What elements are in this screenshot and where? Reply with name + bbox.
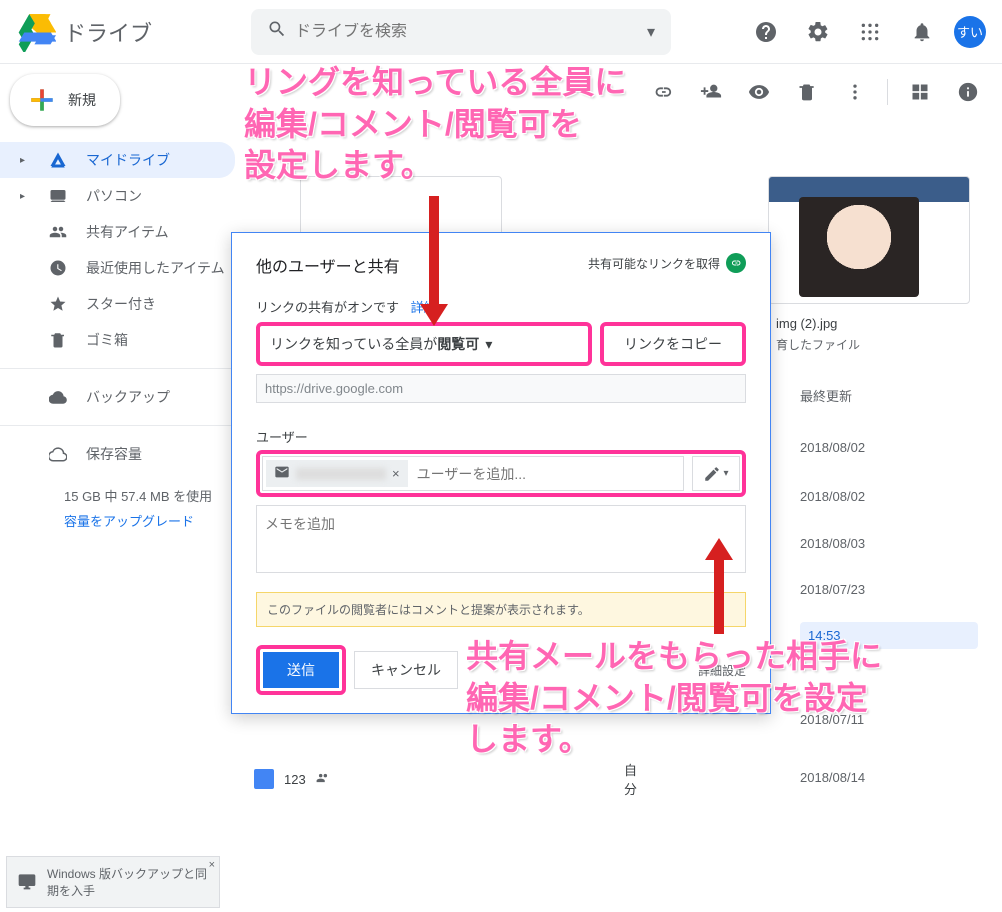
share-url-field[interactable] xyxy=(256,374,746,403)
file-subtitle: 育したファイル xyxy=(768,336,970,353)
get-link-label: 共有可能なリンクを取得 xyxy=(588,255,720,272)
notifications-icon[interactable] xyxy=(902,12,942,52)
copy-link-button[interactable]: リンクをコピー xyxy=(600,322,746,366)
settings-icon[interactable] xyxy=(798,12,838,52)
search-bar[interactable]: ▾ xyxy=(251,9,671,55)
nav-storage[interactable]: 保存容量 xyxy=(0,436,235,472)
viewer-notice: このファイルの閲覧者にはコメントと提案が表示されます。 xyxy=(256,592,746,627)
link-circle-icon xyxy=(726,253,746,273)
nav-computers[interactable]: ▸パソコン xyxy=(0,178,235,214)
drive-logo-icon xyxy=(16,12,56,52)
remove-chip-icon[interactable]: × xyxy=(392,466,400,481)
pencil-icon xyxy=(703,465,721,483)
nav-label: 共有アイテム xyxy=(86,222,169,242)
date-cell: 2018/08/02 xyxy=(800,440,970,455)
memo-textarea[interactable] xyxy=(256,505,746,573)
shared-indicator-icon xyxy=(316,771,330,788)
storage-text: 15 GB 中 57.4 MB を使用 xyxy=(64,486,235,505)
column-header-modified[interactable]: 最終更新 xyxy=(800,386,970,405)
annotation-bottom: 共有メールをもらった相手に 編集/コメント/閲覧可を設定 します。 xyxy=(466,636,882,761)
shared-icon xyxy=(48,222,68,242)
storage-info: 15 GB 中 57.4 MB を使用 容量をアップグレード xyxy=(0,472,235,530)
file-owner: 自分 xyxy=(624,760,637,798)
link-sharing-status: リンクの共有がオンです 詳細 xyxy=(256,297,746,316)
new-button-label: 新規 xyxy=(68,90,96,110)
annotation-top: リングを知っている全員に 編集/コメント/閲覧可を 設定します。 xyxy=(244,62,626,187)
nav-backups[interactable]: バックアップ xyxy=(0,379,235,415)
nav-trash[interactable]: ゴミ箱 xyxy=(0,322,235,358)
nav-label: 保存容量 xyxy=(86,444,142,464)
arrow-head-up-icon xyxy=(705,538,733,560)
arrow-shaft xyxy=(429,196,439,306)
mail-icon xyxy=(274,464,290,483)
cloud-icon xyxy=(48,387,68,407)
file-row[interactable]: 123 自分 xyxy=(254,769,330,789)
date-cell: 2018/07/23 xyxy=(800,582,970,597)
user-input-container: × xyxy=(262,456,684,491)
send-button[interactable]: 送信 xyxy=(263,652,339,688)
cloud-outline-icon xyxy=(48,444,68,464)
drive-icon xyxy=(48,150,68,170)
upgrade-link[interactable]: 容量をアップグレード xyxy=(64,511,235,530)
header-actions: すい xyxy=(746,12,986,52)
plus-icon xyxy=(26,84,58,116)
date-cell: 2018/08/02 xyxy=(800,489,970,504)
file-name: img (2).jpg xyxy=(768,312,970,335)
nav: ▸マイドライブ ▸パソコン 共有アイテム 最近使用したアイテム スター付き ゴミ… xyxy=(0,142,235,472)
search-input[interactable] xyxy=(295,23,639,41)
file-thumbnail-image[interactable] xyxy=(768,176,970,304)
clock-icon xyxy=(48,258,68,278)
search-icon xyxy=(259,19,295,44)
user-permission-button[interactable]: ▾ xyxy=(692,456,740,491)
nav-starred[interactable]: スター付き xyxy=(0,286,235,322)
nav-my-drive[interactable]: ▸マイドライブ xyxy=(0,142,235,178)
date-cell: 2018/08/03 xyxy=(800,536,970,551)
users-label: ユーザー xyxy=(256,427,746,446)
app-name: ドライブ xyxy=(64,16,152,48)
photo-placeholder xyxy=(799,197,919,297)
nav-label: スター付き xyxy=(86,294,156,314)
nav-label: バックアップ xyxy=(86,387,170,407)
get-shareable-link[interactable]: 共有可能なリンクを取得 xyxy=(588,253,746,273)
user-chip[interactable]: × xyxy=(266,460,408,487)
new-button[interactable]: 新規 xyxy=(10,74,120,126)
nav-label: パソコン xyxy=(86,186,142,206)
promo-text: Windows 版バックアップと同期を入手 xyxy=(47,865,209,899)
nav-recent[interactable]: 最近使用したアイテム xyxy=(0,250,235,286)
arrow-head-down-icon xyxy=(420,304,448,326)
doc-icon xyxy=(254,769,274,789)
logo-block: ドライブ xyxy=(16,12,251,52)
add-user-input[interactable] xyxy=(411,460,683,488)
header: ドライブ ▾ すい xyxy=(0,0,1002,64)
computer-icon xyxy=(48,186,68,206)
dropdown-icon[interactable]: ▾ xyxy=(639,22,663,42)
user-avatar[interactable]: すい xyxy=(954,16,986,48)
backup-sync-promo[interactable]: Windows 版バックアップと同期を入手 × xyxy=(6,856,220,908)
sidebar: 新規 ▸マイドライブ ▸パソコン 共有アイテム 最近使用したアイテム スター付き… xyxy=(0,64,235,530)
nav-label: マイドライブ xyxy=(86,150,170,170)
trash-icon xyxy=(48,330,68,350)
help-icon[interactable] xyxy=(746,12,786,52)
link-permission-dropdown[interactable]: リンクを知っている全員が閲覧可▾ xyxy=(256,322,592,366)
apps-icon[interactable] xyxy=(850,12,890,52)
file-row-name: 123 xyxy=(284,772,306,787)
monitor-icon xyxy=(17,871,37,894)
arrow-shaft xyxy=(714,558,724,634)
star-icon xyxy=(48,294,68,314)
date-cell: 2018/08/14 xyxy=(800,770,970,785)
close-icon[interactable]: × xyxy=(209,859,215,871)
nav-label: 最近使用したアイテム xyxy=(86,258,225,278)
redacted-email xyxy=(296,468,386,480)
cancel-button[interactable]: キャンセル xyxy=(354,651,458,689)
nav-shared[interactable]: 共有アイテム xyxy=(0,214,235,250)
nav-label: ゴミ箱 xyxy=(86,330,128,350)
